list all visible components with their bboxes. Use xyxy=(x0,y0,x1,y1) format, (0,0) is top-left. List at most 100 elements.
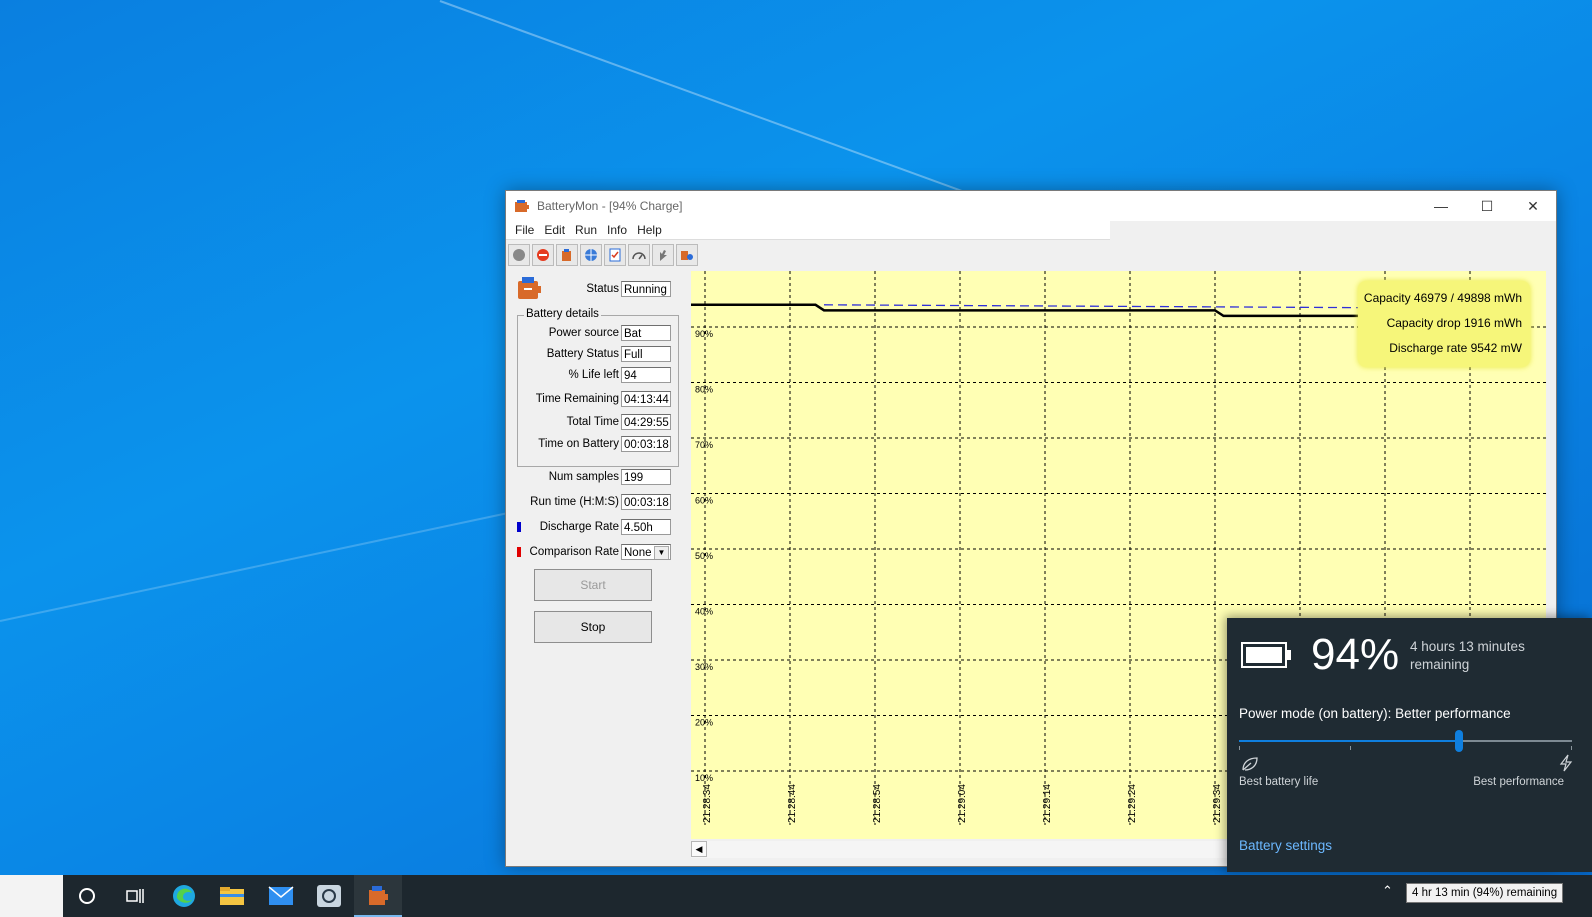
leaf-icon xyxy=(1242,757,1258,771)
life-left-label: % Life left xyxy=(568,369,620,381)
run-time-row: Run time (H:M:S) 00:03:18 xyxy=(514,494,679,512)
stop-button[interactable]: Stop xyxy=(534,611,652,643)
chart-y-tick-label: 20% xyxy=(695,718,713,728)
battery-full-icon xyxy=(1241,642,1291,668)
chart-x-tick-label: 21:28:34 xyxy=(702,784,713,823)
power-source-row: Power source Bat xyxy=(514,325,679,343)
start-button[interactable]: Start xyxy=(534,569,652,601)
slider-tick xyxy=(1350,746,1351,750)
remaining-line-2: remaining xyxy=(1410,657,1470,672)
title-bar[interactable]: BatteryMon - [94% Charge] — ☐ ✕ xyxy=(506,191,1556,221)
status-row: Status Running xyxy=(514,281,679,299)
run-time-value: 00:03:18 xyxy=(621,494,671,510)
scroll-left-icon[interactable]: ◀ xyxy=(691,841,707,857)
wallpaper-ray xyxy=(0,503,548,622)
menu-edit[interactable]: Edit xyxy=(539,223,570,237)
total-time-label: Total Time xyxy=(566,416,619,428)
discharge-rate-row: Discharge Rate 4.50h xyxy=(514,519,679,537)
record-icon[interactable] xyxy=(508,244,530,266)
battery-status-row: Battery Status Full xyxy=(514,346,679,364)
menu-bar: File Edit Run Info Help xyxy=(506,221,1110,240)
edge-browser-icon[interactable] xyxy=(160,875,208,917)
battery-icon[interactable] xyxy=(556,244,578,266)
gauge-icon[interactable] xyxy=(628,244,650,266)
run-time-label: Run time (H:M:S) xyxy=(530,496,619,508)
time-remaining-label: Time Remaining xyxy=(535,393,619,405)
battery-percent: 94% xyxy=(1311,630,1400,679)
time-remaining-value: 04:13:44 xyxy=(621,391,671,407)
num-samples-label: Num samples xyxy=(548,471,619,483)
comparison-rate-color-marker xyxy=(517,547,521,557)
battery-tooltip: 4 hr 13 min (94%) remaining xyxy=(1406,883,1564,903)
close-button[interactable]: ✕ xyxy=(1510,191,1556,221)
slider-tick xyxy=(1571,746,1572,750)
power-source-label: Power source xyxy=(548,327,619,339)
show-hidden-icons-icon[interactable]: ⌃ xyxy=(1382,883,1393,899)
taskbar-search-box[interactable] xyxy=(0,875,63,917)
comparison-rate-selected: None xyxy=(624,547,652,559)
battery-details-legend: Battery details xyxy=(524,308,601,320)
chart-info-box: Capacity 46979 / 49898 mWh Capacity drop… xyxy=(1358,281,1530,367)
stop-icon[interactable] xyxy=(532,244,554,266)
chart-y-tick-label: 80% xyxy=(695,385,713,395)
lightning-icon xyxy=(1559,754,1573,772)
menu-run[interactable]: Run xyxy=(570,223,602,237)
batterymon-taskbar-icon[interactable] xyxy=(354,875,402,917)
chart-y-tick-label: 40% xyxy=(695,607,713,617)
total-time-value: 04:29:55 xyxy=(621,414,671,430)
time-on-battery-value: 00:03:18 xyxy=(621,436,671,452)
comparison-rate-select[interactable]: None ▼ xyxy=(621,544,671,560)
time-remaining-row: Time Remaining 04:13:44 xyxy=(514,391,679,409)
status-value: Running xyxy=(621,281,671,297)
time-on-battery-label: Time on Battery xyxy=(538,438,619,450)
chart-y-tick-label: 70% xyxy=(695,440,713,450)
menu-file[interactable]: File xyxy=(510,223,539,237)
battery-settings-link[interactable]: Battery settings xyxy=(1239,838,1332,853)
settings-icon[interactable] xyxy=(676,244,698,266)
chart-y-tick-label: 10% xyxy=(695,773,713,783)
taskbar: ⌃ xyxy=(0,875,1592,917)
chevron-down-icon[interactable]: ▼ xyxy=(654,546,669,559)
menu-info[interactable]: Info xyxy=(602,223,632,237)
task-view-icon[interactable] xyxy=(111,875,159,917)
info-discharge-rate: Discharge rate 9542 mW xyxy=(1389,341,1522,355)
menu-help[interactable]: Help xyxy=(632,223,667,237)
status-label: Status xyxy=(586,283,619,295)
globe-icon[interactable] xyxy=(580,244,602,266)
minimize-button[interactable]: — xyxy=(1418,191,1464,221)
battery-remaining: 4 hours 13 minutes remaining xyxy=(1410,638,1570,674)
comparison-rate-label: Comparison Rate xyxy=(529,546,619,558)
power-mode-slider-thumb[interactable] xyxy=(1454,730,1463,752)
num-samples-value: 199 xyxy=(621,469,671,485)
checklist-icon[interactable] xyxy=(604,244,626,266)
discharge-rate-value: 4.50h xyxy=(621,519,671,535)
best-battery-label: Best battery life xyxy=(1239,776,1319,788)
power-mode-slider[interactable] xyxy=(1239,730,1572,752)
mail-icon[interactable] xyxy=(257,875,305,917)
cortana-icon[interactable] xyxy=(63,875,111,917)
remaining-line-1: 4 hours 13 minutes xyxy=(1410,639,1525,654)
camera-app-icon[interactable] xyxy=(305,875,353,917)
file-explorer-icon[interactable] xyxy=(208,875,256,917)
discharge-rate-label: Discharge Rate xyxy=(539,521,619,533)
window-title: BatteryMon - [94% Charge] xyxy=(537,199,683,213)
maximize-button[interactable]: ☐ xyxy=(1464,191,1510,221)
info-capacity-drop: Capacity drop 1916 mWh xyxy=(1386,316,1522,330)
toolbar xyxy=(506,242,1556,268)
pointer-icon[interactable] xyxy=(652,244,674,266)
batterymon-app-icon xyxy=(515,200,529,212)
chart-y-tick-label: 60% xyxy=(695,496,713,506)
best-performance-label: Best performance xyxy=(1473,776,1564,788)
battery-status-value: Full xyxy=(621,346,671,362)
info-capacity: Capacity 46979 / 49898 mWh xyxy=(1363,291,1522,305)
stats-panel: Status Running Battery details Power sou… xyxy=(514,273,679,863)
num-samples-row: Num samples 199 xyxy=(514,469,679,487)
power-mode-label: Power mode (on battery): Better performa… xyxy=(1239,706,1511,721)
chart-x-tick-label: 21:29:14 xyxy=(1042,784,1053,823)
chart-x-tick-label: 21:28:54 xyxy=(872,784,883,823)
slider-tick xyxy=(1239,746,1240,750)
chart-y-tick-label: 90% xyxy=(695,329,713,339)
chart-x-tick-label: 21:29:24 xyxy=(1127,784,1138,823)
chart-x-tick-label: 21:29:34 xyxy=(1212,784,1223,823)
chart-y-tick-label: 50% xyxy=(695,551,713,561)
